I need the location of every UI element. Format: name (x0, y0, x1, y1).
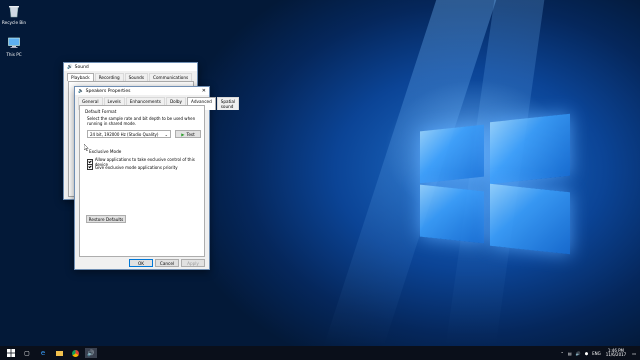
exclusive-priority-checkbox[interactable] (87, 164, 93, 170)
logo-pane (490, 183, 570, 255)
windows-logo-icon (7, 349, 15, 357)
speaker-icon: 🔈 (78, 88, 84, 94)
window-title: Sound (74, 64, 89, 70)
cancel-button[interactable]: Cancel (155, 259, 179, 267)
exclusive-priority-label: Give exclusive mode applications priorit… (95, 164, 178, 170)
exclusive-mode-label: Exclusive Mode (89, 149, 122, 154)
chrome-button[interactable] (69, 348, 81, 358)
window-title: Speakers Properties (85, 88, 131, 94)
chevron-down-icon: ⌄ (164, 131, 168, 137)
clock-date: 11/6/2017 (605, 352, 627, 357)
ok-label: OK (137, 260, 145, 266)
logo-pane (420, 124, 484, 184)
sound-settings-taskbar-button[interactable]: 🔊 (85, 348, 97, 358)
tab-playback[interactable]: Playback (67, 73, 94, 81)
start-button[interactable] (5, 348, 17, 358)
exclusive-priority-row[interactable]: Give exclusive mode applications priorit… (87, 164, 178, 170)
action-center-icon[interactable]: ▭ (632, 351, 636, 356)
desktop-icon-recycle-bin[interactable]: Recycle Bin (0, 4, 34, 25)
computer-icon (7, 36, 21, 50)
chrome-icon (71, 349, 79, 357)
system-tray: ⌃ ▤ 🔊 ⬢ ENG 1:46 PM 11/6/2017 ▭ (560, 346, 640, 360)
tab-recording[interactable]: Recording (94, 73, 124, 81)
speakers-properties-window[interactable]: 🔈 Speakers Properties ✕ General Levels E… (74, 86, 240, 270)
cancel-label: Cancel (159, 260, 175, 266)
props-window-titlebar[interactable]: 🔈 Speakers Properties ✕ (75, 87, 209, 95)
mouse-cursor (83, 143, 89, 153)
desktop-icon-label: This PC (6, 52, 22, 57)
apply-button[interactable]: Apply (181, 259, 205, 267)
task-view-button[interactable]: ▢ (21, 348, 33, 358)
desktop-icon-label: Recycle Bin (1, 20, 27, 25)
logo-pane (490, 113, 570, 185)
network-icon[interactable]: ▤ (568, 351, 572, 356)
play-icon: ▶ (181, 131, 185, 137)
tab-spatial-sound[interactable]: Spatial sound (216, 97, 240, 110)
taskbar: ▢ e 🔊 ⌃ ▤ 🔊 ⬢ ENG 1:46 PM 11/6/2017 ▭ (0, 346, 640, 360)
sample-rate-value: 24 bit, 192000 Hz (Studio Quality) (90, 131, 159, 137)
folder-icon (55, 350, 63, 356)
dropbox-icon[interactable]: ⬢ (585, 351, 589, 356)
desktop-icon-this-pc[interactable]: This PC (0, 36, 34, 57)
sample-rate-select[interactable]: 24 bit, 192000 Hz (Studio Quality) ⌄ (87, 130, 171, 138)
file-explorer-button[interactable] (53, 348, 65, 358)
ok-button[interactable]: OK (129, 259, 153, 267)
task-view-icon: ▢ (24, 349, 30, 357)
tab-communications[interactable]: Communications (149, 73, 193, 81)
language-indicator[interactable]: ENG (592, 351, 601, 356)
sound-window-titlebar[interactable]: 🔊 Sound (64, 63, 197, 71)
logo-pane (420, 184, 484, 244)
test-button[interactable]: ▶ Test (175, 130, 201, 138)
edge-button[interactable]: e (37, 348, 49, 358)
edge-icon: e (40, 349, 46, 357)
advanced-panel: Default Format Select the sample rate an… (79, 105, 205, 257)
default-format-description: Select the sample rate and bit depth to … (87, 116, 196, 126)
sound-tabs: Playback Recording Sounds Communications (64, 71, 197, 81)
show-hidden-icons-icon[interactable]: ⌃ (560, 351, 563, 356)
clock[interactable]: 1:46 PM 11/6/2017 (605, 348, 627, 358)
sound-icon: 🔊 (67, 64, 73, 70)
speaker-taskbar-icon: 🔊 (87, 349, 95, 357)
test-button-label: Test (186, 131, 195, 137)
default-format-label: Default Format (85, 109, 117, 114)
apply-label: Apply (187, 260, 199, 266)
recycle-bin-icon (7, 4, 21, 18)
restore-defaults-label: Restore Defaults (88, 216, 124, 222)
close-icon[interactable]: ✕ (202, 88, 206, 94)
volume-icon[interactable]: 🔊 (576, 351, 581, 356)
tab-sounds[interactable]: Sounds (124, 73, 149, 81)
restore-defaults-button[interactable]: Restore Defaults (86, 215, 126, 223)
